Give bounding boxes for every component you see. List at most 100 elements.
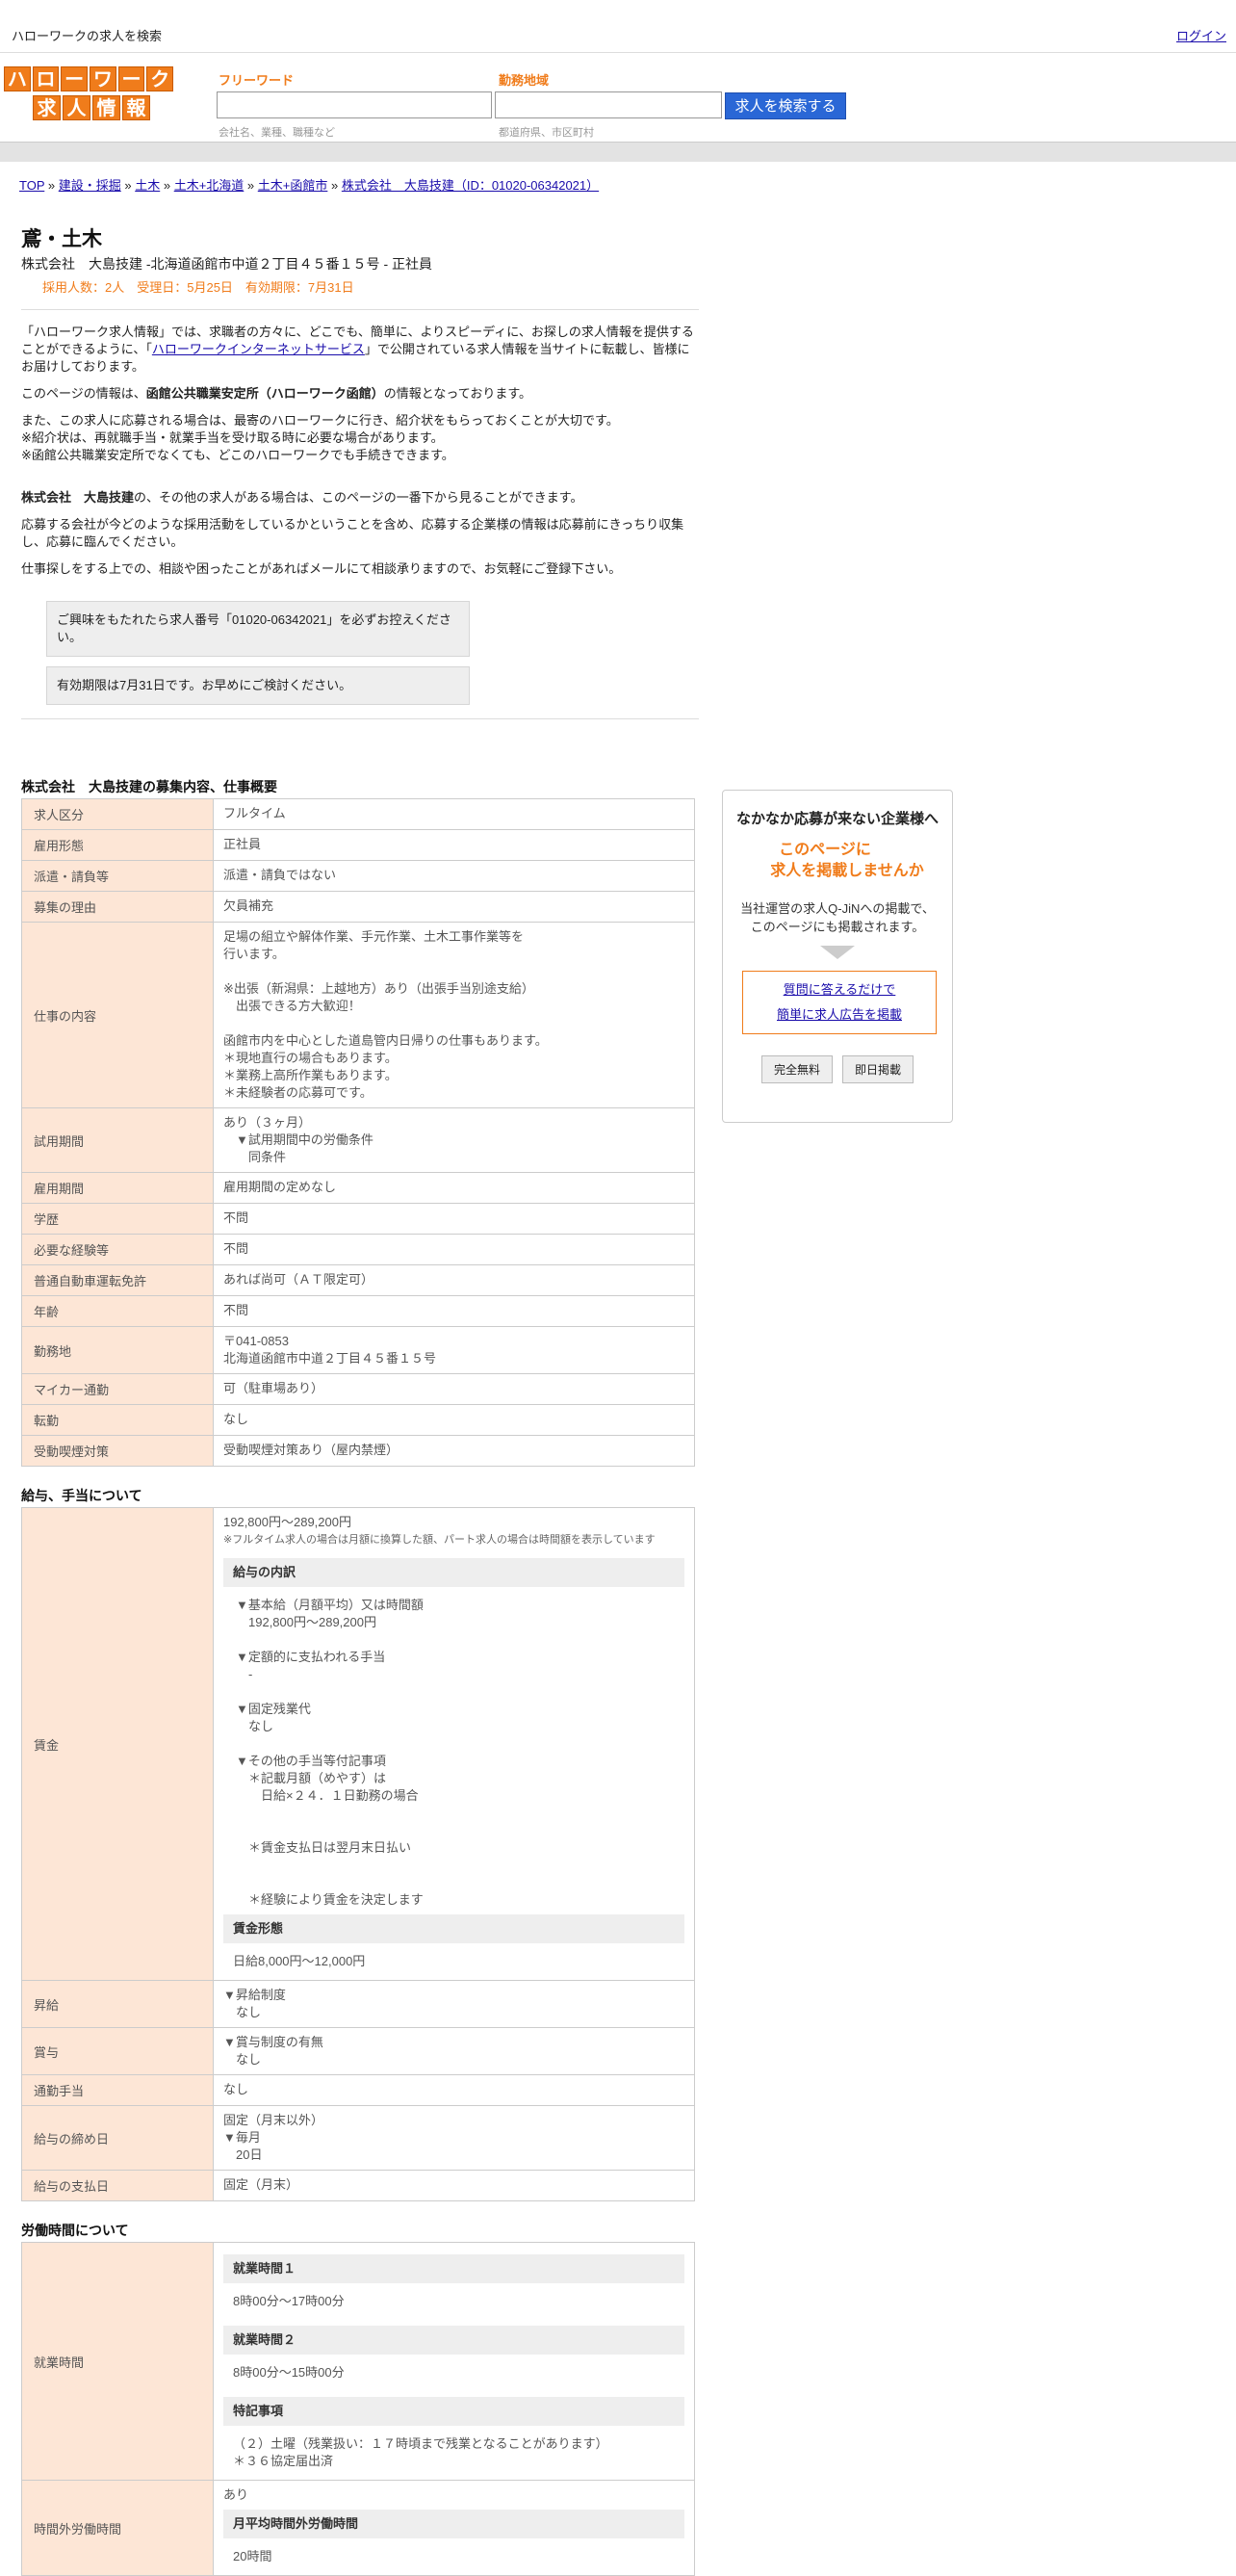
freeword-hint: 会社名、業種、職種など: [219, 127, 335, 139]
search-button[interactable]: 求人を検索する: [725, 92, 846, 119]
table-row: 就業時間 就業時間１ 8時00分〜17時00分 就業時間２ 8時00分〜15時0…: [21, 2242, 695, 2481]
row-value: 派遣・請負ではない: [213, 860, 695, 892]
breadcrumb-link[interactable]: 土木+北海道: [174, 178, 245, 193]
intro-paragraph-2: このページの情報は、函館公共職業安定所（ハローワーク函館）の情報となっております…: [21, 386, 532, 401]
area-label: 勤務地域: [499, 73, 550, 88]
logo-letter: ハ: [4, 66, 31, 91]
breadcrumb-link[interactable]: 土木+函館市: [258, 178, 328, 193]
breadcrumb-link[interactable]: TOP: [19, 178, 44, 193]
sidebar-link-box: 質問に答えるだけで 簡単に求人広告を掲載: [742, 971, 937, 1034]
row-value: あれば尚可（ＡＴ限定可）: [213, 1264, 695, 1296]
sidebar-link-post[interactable]: 簡単に求人広告を掲載: [743, 1002, 936, 1028]
row-label: 受動喫煙対策: [21, 1435, 214, 1467]
logo-letter: 求: [33, 95, 61, 120]
breadcrumb-separator: »: [244, 178, 258, 193]
table-row: 仕事の内容 足場の組立や解体作業、手元作業、土木工事作業等を 行います。 ※出張（…: [21, 922, 695, 1108]
row-label: 求人区分: [21, 798, 214, 830]
overtime-sub-value: 20時間: [233, 2549, 272, 2563]
table-row: マイカー通勤 可（駐車場あり）: [21, 1373, 695, 1405]
table-row: 昇給 ▼昇給制度 なし: [21, 1980, 695, 2028]
breadcrumb-separator: »: [327, 178, 342, 193]
sidebar-link-question[interactable]: 質問に答えるだけで: [743, 977, 936, 1002]
hellowork-internet-link[interactable]: ハローワークインターネットサービス: [152, 342, 365, 356]
row-label: 時間外労働時間: [21, 2480, 214, 2576]
login-link[interactable]: ログイン: [1176, 26, 1226, 44]
table-row: 賃金 192,800円〜289,200円 ※フルタイム求人の場合は月額に換算した…: [21, 1507, 695, 1981]
row-value: フルタイム: [213, 798, 695, 830]
sidebar-heading: なかなか応募が来ない企業様へ: [735, 811, 939, 827]
breadcrumb-separator: »: [44, 178, 59, 193]
main-content: 鳶・土木 株式会社 大島技建 -北海道函館市中道２丁目４５番１５号 - 正社員 …: [21, 223, 699, 2576]
table-row: 学歴 不問: [21, 1203, 695, 1235]
company-line: 株式会社 大島技建 -北海道函館市中道２丁目４５番１５号 - 正社員: [21, 256, 432, 272]
row-label: 派遣・請負等: [21, 860, 214, 892]
overtime-sub-title: 月平均時間外労働時間: [223, 2510, 684, 2538]
row-value: 〒041-0853 北海道函館市中道２丁目４５番１５号: [213, 1326, 695, 1374]
wage-form-title: 賃金形態: [223, 1914, 684, 1943]
overtime-value: あり: [223, 2487, 249, 2502]
site-title: ハローワークの求人を検索: [12, 29, 163, 43]
breakdown-value: ▼基本給（月額平均）又は時間額 192,800円〜289,200円 ▼定額的に支…: [236, 1598, 424, 1907]
shift2-value: 8時00分〜15時00分: [233, 2365, 345, 2380]
breadcrumb-link[interactable]: 土木: [135, 178, 160, 193]
intro-paragraph-4: 株式会社 大島技建の、その他の求人がある場合は、このページの一番下から見ることが…: [21, 490, 583, 505]
row-label: 通勤手当: [21, 2074, 214, 2106]
table-row: 受動喫煙対策 受動喫煙対策あり（屋内禁煙）: [21, 1435, 695, 1467]
table-row: 勤務地 〒041-0853 北海道函館市中道２丁目４５番１５号: [21, 1326, 695, 1374]
logo-letter: ワ: [90, 66, 116, 91]
salary-title: 給与、手当について: [21, 1488, 142, 1503]
breadcrumb-link[interactable]: 建設・採掘: [59, 178, 121, 193]
notice-job-number: ご興味をもたれたら求人番号「01020-06342021」を必ずお控えください。: [46, 601, 470, 657]
area-input[interactable]: [495, 91, 722, 118]
down-arrow-icon: [820, 946, 855, 959]
table-row: 募集の理由 欠員補充: [21, 891, 695, 923]
freeword-input[interactable]: [217, 91, 492, 118]
row-label: 学歴: [21, 1203, 214, 1235]
row-label: 給与の支払日: [21, 2170, 214, 2201]
table-row: 転勤 なし: [21, 1404, 695, 1436]
row-label: 試用期間: [21, 1107, 214, 1173]
table-row: 雇用形態 正社員: [21, 829, 695, 861]
breakdown-title: 給与の内訳: [223, 1558, 684, 1587]
row-value: なし: [213, 2074, 695, 2106]
table-row: 求人区分 フルタイム: [21, 798, 695, 830]
shift1-title: 就業時間１: [223, 2254, 684, 2283]
job-title: 鳶・土木: [21, 228, 102, 250]
intro-paragraph-1: 「ハローワーク求人情報」では、求職者の方々に、どこでも、簡単に、よりスピーディに…: [21, 325, 694, 374]
free-badge[interactable]: 完全無料: [760, 1055, 833, 1083]
logo-letter: ー: [117, 66, 145, 91]
row-label: 給与の締め日: [21, 2105, 214, 2171]
table-row: 試用期間 あり（３ヶ月） ▼試用期間中の労働条件 同条件: [21, 1107, 695, 1173]
site-logo[interactable]: ハローワーク 求人情報: [4, 66, 174, 124]
same-day-badge[interactable]: 即日掲載: [842, 1055, 914, 1083]
notes-value: （２）土曜（残業扱い：１７時頃まで残業となることがあります） ＊３６協定届出済: [233, 2436, 608, 2468]
row-label: マイカー通勤: [21, 1373, 214, 1405]
logo-letter: ー: [61, 66, 89, 91]
divider: [21, 309, 699, 310]
table-row: 必要な経験等 不問: [21, 1234, 695, 1265]
logo-letter: 人: [63, 95, 90, 120]
row-label: 必要な経験等: [21, 1234, 214, 1265]
area-hint: 都道府県、市区町村: [499, 127, 594, 139]
freeword-label: フリーワード: [219, 73, 295, 88]
hours-title: 労働時間について: [21, 2223, 129, 2238]
row-value: 雇用期間の定めなし: [213, 1172, 695, 1204]
sidebar-catchphrase: このページに 求人を掲載しませんか: [770, 842, 924, 879]
wage-form-value: 日給8,000円〜12,000円: [233, 1954, 366, 1968]
hours-table: 就業時間 就業時間１ 8時00分〜17時00分 就業時間２ 8時00分〜15時0…: [21, 2242, 695, 2576]
top-bar: ハローワークの求人を検索 ログイン: [0, 0, 1236, 53]
table-row: 給与の締め日 固定（月末以外） ▼毎月 20日: [21, 2105, 695, 2171]
row-value: ▼賞与制度の有無 なし: [213, 2027, 695, 2075]
row-value: 不問: [213, 1203, 695, 1235]
table-row: 派遣・請負等 派遣・請負ではない: [21, 860, 695, 892]
job-meta: 採用人数：2人 受理日：5月25日 有効期限：7月31日: [42, 280, 354, 295]
row-value: 不問: [213, 1234, 695, 1265]
logo-letter: ロ: [32, 66, 60, 91]
row-label: 転勤: [21, 1404, 214, 1436]
logo-letter: 情: [92, 95, 120, 120]
table-row: 普通自動車運転免許 あれば尚可（ＡＴ限定可）: [21, 1264, 695, 1296]
divider-bar: [0, 142, 1236, 162]
breadcrumb-link[interactable]: 株式会社 大島技建（ID：01020-06342021）: [342, 178, 599, 193]
logo-letter: ク: [146, 66, 174, 91]
intro-paragraph-3: また、この求人に応募される場合は、最寄のハローワークに行き、紹介状をもらっておく…: [21, 413, 619, 462]
